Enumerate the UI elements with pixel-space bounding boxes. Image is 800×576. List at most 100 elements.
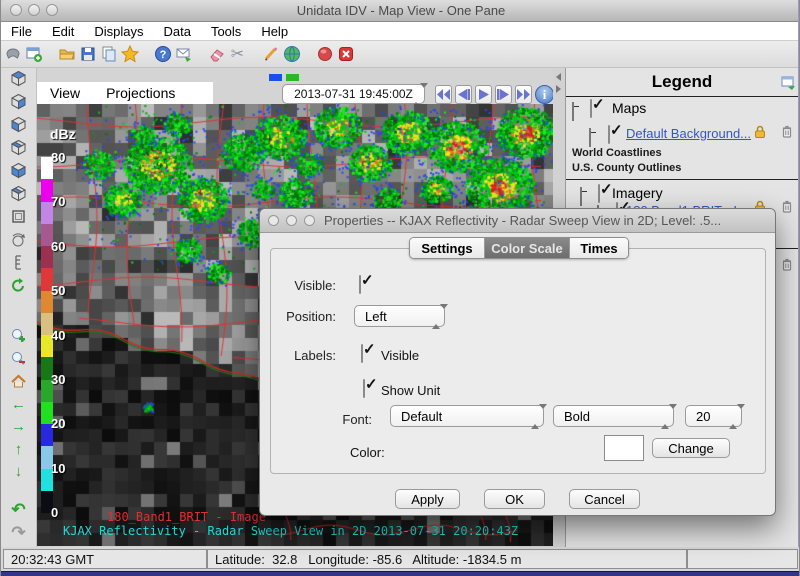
menu-edit[interactable]: Edit — [42, 24, 84, 39]
colorbar-tick-label: 10 — [51, 461, 65, 476]
tab-times[interactable]: Times — [570, 238, 628, 258]
home-view-icon[interactable] — [10, 373, 27, 390]
change-color-button[interactable]: Change — [652, 438, 730, 458]
pan-left-icon[interactable]: ← — [10, 396, 27, 413]
visible-checkbox[interactable] — [359, 275, 361, 294]
colorbar-unit-label: dBz — [50, 126, 76, 142]
cube-east-icon[interactable] — [10, 116, 27, 133]
animation-info-icon[interactable]: i — [535, 85, 554, 104]
radar-layer-annotation: KJAX Reflectivity - Radar Sweep View in … — [63, 524, 518, 538]
cancel-button[interactable]: Cancel — [569, 489, 640, 509]
cube-top-icon[interactable] — [10, 70, 27, 87]
time-stepper-icon[interactable] — [412, 88, 419, 102]
default-background-toggle-icon[interactable] — [589, 128, 591, 147]
cut-scissors-icon[interactable]: ✂ — [228, 45, 247, 64]
menu-help[interactable]: Help — [251, 24, 298, 39]
cube-front-icon[interactable] — [10, 162, 27, 179]
colorbar-tick-label: 60 — [51, 239, 65, 254]
labels-visible-checkbox[interactable] — [361, 344, 363, 363]
copy-icon[interactable] — [99, 45, 118, 64]
trash-icon[interactable] — [779, 256, 795, 277]
legend-sublayer: U.S. County Outlines — [572, 162, 681, 174]
edit-pencil-icon[interactable] — [261, 45, 280, 64]
support-mail-icon[interactable] — [174, 45, 193, 64]
map-menu-view[interactable]: View — [37, 85, 93, 101]
labels-label: Labels: — [266, 348, 336, 363]
time-selector[interactable]: 2013-07-31 19:45:00Z — [282, 84, 425, 104]
image-layer-annotation: 180_Band1_BRIT - Image — [107, 510, 266, 524]
cube-west-icon[interactable] — [10, 185, 27, 202]
view-toolbar: ← → ↑ ↓ ↶ ↷ — [1, 68, 37, 547]
help-icon[interactable]: ? — [153, 45, 172, 64]
play-icon[interactable] — [475, 85, 492, 104]
rotate-globe-icon[interactable] — [10, 231, 27, 248]
redo-icon[interactable]: ↷ — [10, 524, 27, 541]
colorbar-tick-label: 30 — [51, 372, 65, 387]
eraser-icon[interactable] — [207, 45, 226, 64]
pan-up-icon[interactable]: ↑ — [10, 441, 27, 458]
zoom-out-icon[interactable] — [10, 350, 27, 367]
tab-color-scale[interactable]: Color Scale — [485, 238, 570, 258]
menu-displays[interactable]: Displays — [84, 24, 153, 39]
last-frame-icon[interactable] — [515, 85, 532, 104]
legend-title: Legend — [566, 72, 798, 92]
menu-file[interactable]: File — [1, 24, 42, 39]
labels-visible-text: Visible — [381, 348, 419, 363]
dropdown-stepper-icon — [729, 409, 736, 424]
globe-icon[interactable] — [282, 45, 301, 64]
lock-icon[interactable] — [752, 123, 768, 144]
pan-down-icon[interactable]: ↓ — [10, 464, 27, 481]
default-background-link[interactable]: Default Background... — [626, 126, 751, 141]
apply-button[interactable]: Apply — [395, 489, 460, 509]
font-name-dropdown[interactable]: Default — [390, 405, 544, 427]
collapse-right-icon[interactable] — [556, 85, 561, 93]
dialog-zoom-icon[interactable] — [304, 215, 315, 226]
capture-icon[interactable] — [3, 45, 22, 64]
new-window-icon[interactable] — [24, 45, 43, 64]
position-dropdown[interactable]: Left — [354, 305, 445, 327]
box-outline-icon[interactable] — [10, 208, 27, 225]
step-forward-icon[interactable] — [495, 85, 512, 104]
collapse-left-icon[interactable] — [556, 73, 561, 81]
menu-data[interactable]: Data — [153, 24, 200, 39]
font-size-dropdown[interactable]: 20 — [685, 405, 742, 427]
ruler-icon[interactable] — [10, 254, 27, 271]
step-back-icon[interactable] — [455, 85, 472, 104]
status-bar: 20:32:43 GMT Latitude: 32.8 Longitude: -… — [1, 547, 800, 571]
open-folder-icon[interactable] — [57, 45, 76, 64]
show-unit-checkbox[interactable] — [363, 379, 365, 398]
cube-south-icon[interactable] — [10, 139, 27, 156]
position-label: Position: — [266, 309, 336, 324]
font-style-dropdown[interactable]: Bold — [553, 405, 674, 427]
dialog-minimize-icon[interactable] — [286, 215, 297, 226]
tab-settings[interactable]: Settings — [410, 238, 485, 258]
first-frame-icon[interactable] — [435, 85, 452, 104]
cube-north-icon[interactable] — [10, 93, 27, 110]
trash-icon[interactable] — [779, 123, 795, 144]
imagery-visible-checkbox[interactable] — [598, 184, 600, 203]
imagery-toggle-icon[interactable] — [580, 187, 582, 206]
reset-rotation-icon[interactable] — [10, 277, 27, 294]
title-bar: Unidata IDV - Map View - One Pane — [1, 0, 800, 22]
maps-visible-checkbox[interactable] — [590, 99, 592, 118]
colorbar-tick-label: 50 — [51, 283, 65, 298]
ok-button[interactable]: OK — [484, 489, 545, 509]
zoom-in-icon[interactable] — [10, 327, 27, 344]
pan-right-icon[interactable]: → — [10, 419, 27, 436]
float-legend-icon[interactable] — [780, 74, 796, 95]
save-icon[interactable] — [78, 45, 97, 64]
message-status — [687, 549, 798, 569]
trash-icon[interactable] — [779, 198, 795, 219]
favorites-star-icon[interactable] — [120, 45, 139, 64]
stop-icon[interactable] — [315, 45, 334, 64]
menu-tools[interactable]: Tools — [201, 24, 251, 39]
map-menu-projections[interactable]: Projections — [93, 85, 188, 101]
dialog-close-icon[interactable] — [268, 215, 279, 226]
maps-toggle-icon[interactable] — [572, 102, 574, 121]
main-toolbar: ? ✂ — [1, 41, 800, 68]
default-background-checkbox[interactable] — [608, 125, 610, 144]
dropdown-stepper-icon — [661, 409, 668, 424]
remove-icon[interactable] — [336, 45, 355, 64]
undo-icon[interactable]: ↶ — [10, 502, 27, 519]
window-bottom-edge — [1, 571, 800, 576]
